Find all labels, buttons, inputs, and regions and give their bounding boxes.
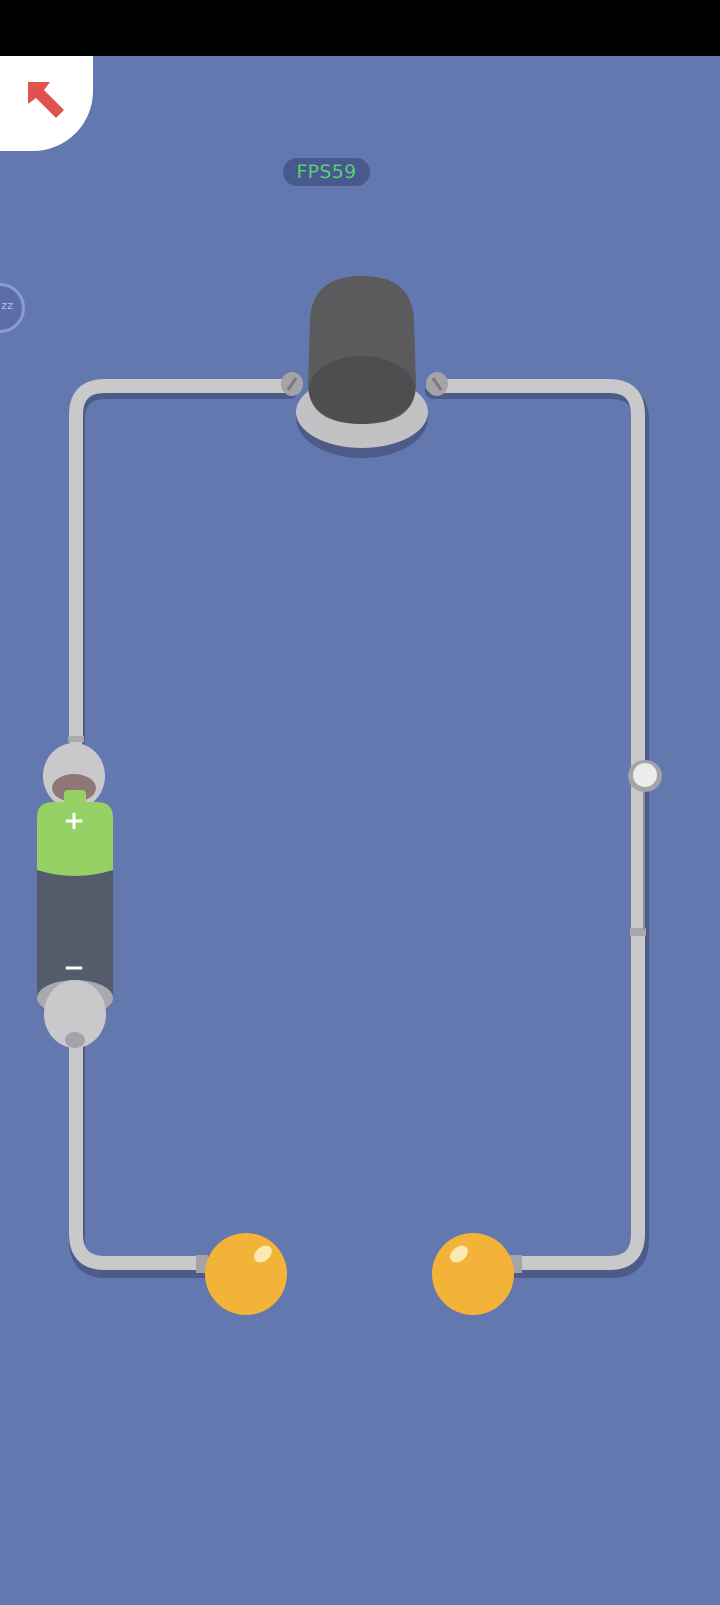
switch-knob[interactable] bbox=[628, 760, 662, 792]
battery-bottom-terminal-shadow bbox=[65, 1032, 85, 1048]
wire bbox=[69, 379, 645, 1270]
wire-shadow bbox=[69, 383, 649, 1278]
yellow-ball-right[interactable] bbox=[432, 1233, 514, 1315]
battery[interactable]: + − bbox=[37, 743, 113, 1048]
battery-plus: + bbox=[63, 806, 85, 836]
yellow-ball-left[interactable] bbox=[205, 1233, 287, 1315]
battery-nub bbox=[64, 790, 86, 804]
socket-cap-inner bbox=[309, 356, 415, 424]
circuit-scene: + − bbox=[37, 276, 662, 1315]
bulb-socket bbox=[281, 276, 448, 458]
wire-joint bbox=[68, 736, 84, 742]
battery-minus: − bbox=[63, 953, 85, 983]
